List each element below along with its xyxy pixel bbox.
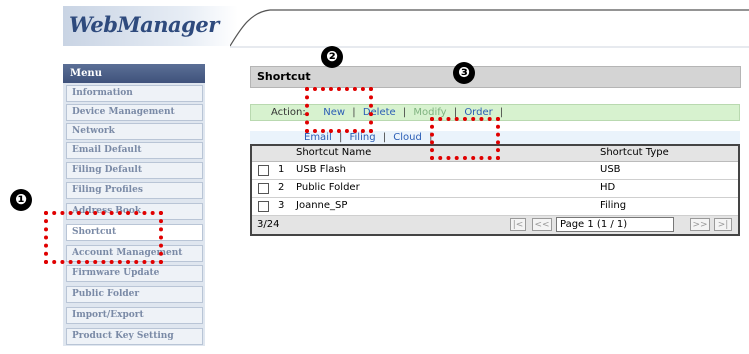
logo-banner: WebManager	[63, 6, 238, 46]
sidebar-item-device-management[interactable]: Device Management	[66, 104, 203, 121]
shortcut-type: USB	[600, 164, 621, 175]
callout-badge-3: ❸	[453, 62, 475, 84]
row-number: 3	[278, 200, 285, 211]
first-page-button[interactable]: |<	[510, 218, 526, 231]
tab-email[interactable]: Email	[304, 132, 332, 143]
sidebar-item-firmware-update[interactable]: Firmware Update	[66, 265, 203, 282]
table-row[interactable]: 2 Public Folder HD	[252, 180, 738, 198]
sidebar-item-email-default[interactable]: Email Default	[66, 142, 203, 159]
highlight-new-button	[305, 87, 373, 133]
prev-page-button[interactable]: <<	[532, 218, 552, 231]
highlight-cloud-tab	[430, 117, 500, 160]
tab-cloud[interactable]: Cloud	[393, 132, 422, 143]
page-input[interactable]: Page 1 (1 / 1)	[556, 217, 674, 232]
table-row[interactable]: 1 USB Flash USB	[252, 162, 738, 180]
shortcut-name: USB Flash	[296, 164, 346, 175]
highlight-shortcut-menu	[44, 211, 163, 264]
sidebar-item-network[interactable]: Network	[66, 123, 203, 140]
sidebar-item-filing-profiles[interactable]: Filing Profiles	[66, 182, 203, 199]
callout-badge-1: ❶	[10, 189, 32, 211]
sidebar-item-filing-default[interactable]: Filing Default	[66, 162, 203, 179]
column-header-type[interactable]: Shortcut Type	[600, 147, 669, 158]
pager: 3/24 |< << Page 1 (1 / 1) >> >|	[252, 216, 738, 234]
row-number: 1	[278, 164, 285, 175]
callout-badge-2: ❷	[321, 46, 343, 68]
page-title: Shortcut	[250, 66, 741, 88]
logo-text: WebManager	[69, 12, 219, 37]
tab-filing[interactable]: Filing	[350, 132, 376, 143]
shortcut-name: Public Folder	[296, 182, 360, 193]
sidebar-item-information[interactable]: Information	[66, 85, 203, 102]
menu-header: Menu	[63, 64, 205, 83]
sidebar-item-product-key-setting[interactable]: Product Key Setting	[66, 328, 203, 345]
row-checkbox[interactable]	[258, 165, 269, 176]
shortcut-type: Filing	[600, 200, 627, 211]
record-count: 3/24	[257, 219, 280, 230]
table-row[interactable]: 3 Joanne_SP Filing	[252, 198, 738, 216]
last-page-button[interactable]: >|	[714, 218, 732, 231]
column-header-name[interactable]: Shortcut Name	[296, 147, 371, 158]
sidebar: Menu Information Device Management Netwo…	[63, 64, 205, 346]
action-label: Action:	[271, 107, 306, 118]
shortcut-name: Joanne_SP	[296, 200, 348, 211]
shortcut-type: HD	[600, 182, 616, 193]
next-page-button[interactable]: >>	[690, 218, 710, 231]
row-checkbox[interactable]	[258, 183, 269, 194]
row-number: 2	[278, 182, 285, 193]
sidebar-item-public-folder[interactable]: Public Folder	[66, 286, 203, 303]
sidebar-item-import-export[interactable]: Import/Export	[66, 307, 203, 324]
row-checkbox[interactable]	[258, 201, 269, 212]
header-swoosh	[230, 9, 749, 48]
